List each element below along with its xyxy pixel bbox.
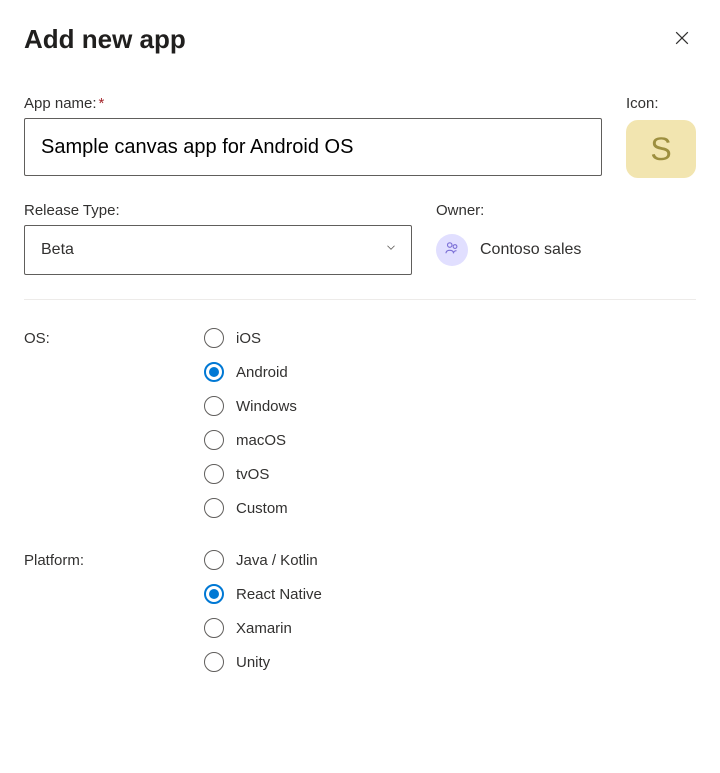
os-option-macos[interactable]: macOS <box>204 430 297 450</box>
radio-icon <box>204 584 224 604</box>
release-type-label: Release Type: <box>24 202 412 219</box>
close-button[interactable] <box>668 24 696 55</box>
icon-label: Icon: <box>626 95 696 112</box>
radio-icon <box>204 362 224 382</box>
radio-label: Windows <box>236 398 297 415</box>
app-name-input[interactable] <box>24 118 602 176</box>
owner-name: Contoso sales <box>480 241 581 259</box>
radio-label: Java / Kotlin <box>236 552 318 569</box>
radio-label: Custom <box>236 500 288 517</box>
radio-label: Xamarin <box>236 620 292 637</box>
platform-radio-group: Java / Kotlin React Native Xamarin Unity <box>204 550 322 672</box>
radio-icon <box>204 464 224 484</box>
owner-picker[interactable]: Contoso sales <box>436 225 696 275</box>
radio-label: React Native <box>236 586 322 603</box>
radio-label: tvOS <box>236 466 269 483</box>
app-name-label: App name:* <box>24 95 602 112</box>
people-icon <box>443 239 461 262</box>
radio-icon <box>204 618 224 638</box>
platform-option-java-kotlin[interactable]: Java / Kotlin <box>204 550 322 570</box>
radio-icon <box>204 550 224 570</box>
radio-icon <box>204 396 224 416</box>
os-option-tvos[interactable]: tvOS <box>204 464 297 484</box>
platform-label: Platform: <box>24 550 204 672</box>
app-icon-letter: S <box>650 131 671 168</box>
os-option-android[interactable]: Android <box>204 362 297 382</box>
platform-option-unity[interactable]: Unity <box>204 652 322 672</box>
radio-label: iOS <box>236 330 261 347</box>
release-type-value: Beta <box>41 241 74 259</box>
radio-label: Android <box>236 364 288 381</box>
platform-option-xamarin[interactable]: Xamarin <box>204 618 322 638</box>
dialog-title: Add new app <box>24 24 186 55</box>
close-icon <box>672 28 692 51</box>
owner-avatar <box>436 234 468 266</box>
divider <box>24 299 696 300</box>
os-label: OS: <box>24 328 204 518</box>
radio-label: Unity <box>236 654 270 671</box>
owner-label: Owner: <box>436 202 696 219</box>
radio-icon <box>204 498 224 518</box>
radio-label: macOS <box>236 432 286 449</box>
app-icon-tile[interactable]: S <box>626 120 696 178</box>
platform-option-react-native[interactable]: React Native <box>204 584 322 604</box>
radio-icon <box>204 328 224 348</box>
radio-icon <box>204 652 224 672</box>
release-type-select[interactable]: Beta <box>24 225 412 275</box>
os-option-custom[interactable]: Custom <box>204 498 297 518</box>
os-option-ios[interactable]: iOS <box>204 328 297 348</box>
os-option-windows[interactable]: Windows <box>204 396 297 416</box>
radio-icon <box>204 430 224 450</box>
os-radio-group: iOS Android Windows macOS tvOS Custom <box>204 328 297 518</box>
required-asterisk: * <box>99 95 105 112</box>
